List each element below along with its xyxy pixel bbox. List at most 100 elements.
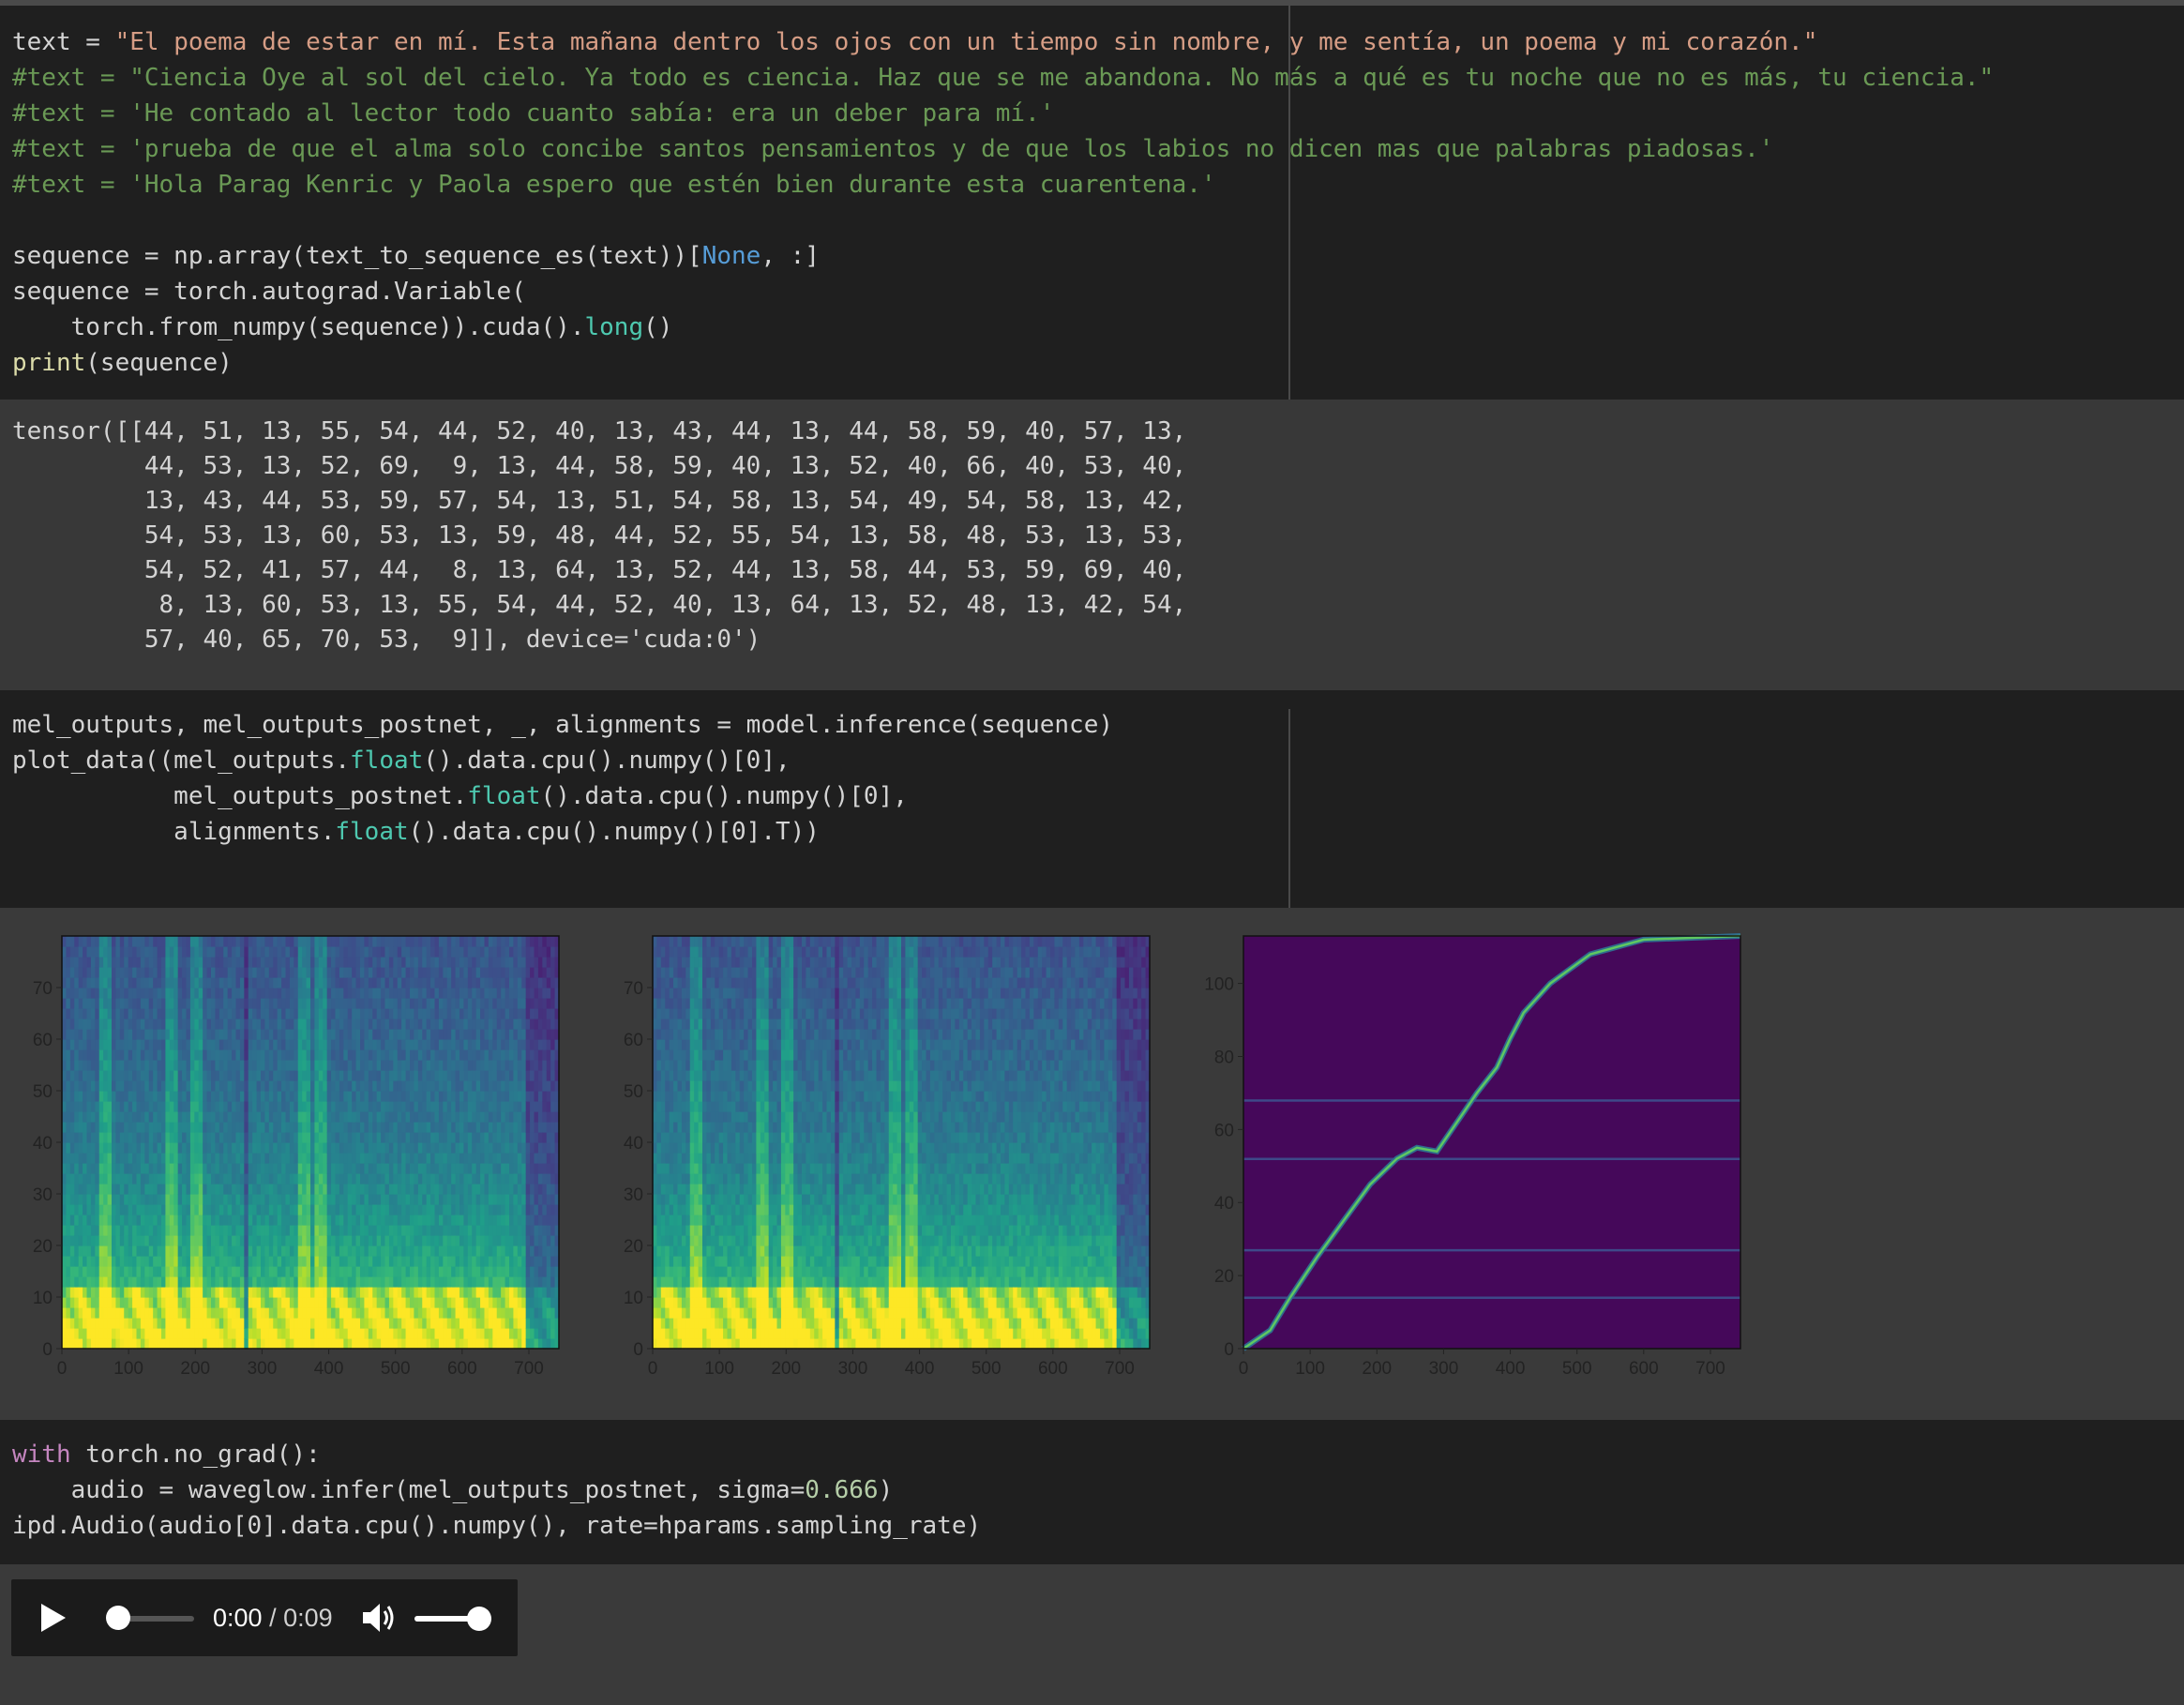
heatmap-cell [446,1204,452,1215]
heatmap-cell [268,957,274,968]
heatmap-cell [78,1266,83,1277]
heatmap-cell [90,957,96,968]
heatmap-cell [525,1080,531,1092]
heatmap-cell [189,1266,195,1277]
heatmap-cell [218,1318,224,1329]
heatmap-cell [335,1184,340,1195]
heatmap-cell [501,1049,506,1061]
heatmap-cell [360,1225,366,1236]
heatmap-cell [339,1194,344,1205]
heatmap-cell [86,946,92,958]
code-editor[interactable]: mel_outputs, mel_outputs_postnet, _, ali… [12,707,1113,850]
heatmap-cell [480,1318,486,1329]
heatmap-cell [355,977,361,988]
heatmap-cell [501,1163,506,1174]
heatmap-cell [542,1091,548,1102]
heatmap-cell [62,936,68,947]
heatmap-cell [368,1091,373,1102]
heatmap-cell [256,988,262,999]
heatmap-cell [653,1194,658,1205]
heatmap-cell [326,1184,332,1195]
heatmap-cell [235,988,241,999]
heatmap-cell [525,977,531,988]
heatmap-cell [521,967,527,978]
heatmap-cell [74,1163,80,1174]
heatmap-cell [115,1018,121,1030]
heatmap-cell [417,1153,423,1164]
heatmap-cell [414,1122,419,1133]
heatmap-cell [206,1225,212,1236]
heatmap-cell [472,1328,477,1339]
heatmap-cell [505,957,510,968]
heatmap-cell [475,1318,481,1329]
heatmap-cell [261,1307,266,1319]
heatmap-cell [417,1318,423,1329]
heatmap-cell [393,1153,399,1164]
heatmap-cell [112,1070,117,1081]
heatmap-cell [78,998,83,1009]
code-cell-text-to-sequence[interactable]: text = "El poema de estar en mí. Esta ma… [0,6,2184,400]
heatmap-cell [656,1215,662,1226]
heatmap-cell [410,946,415,958]
heatmap-cell [368,977,373,988]
heatmap-cell [256,1318,262,1329]
heatmap-cell [128,1122,133,1133]
heatmap-cell [496,1039,502,1050]
heatmap-cell [289,1039,294,1050]
heatmap-cell [132,977,138,988]
code-token: print [12,349,86,377]
heatmap-cell [326,1008,332,1019]
heatmap-cell [281,1080,287,1092]
heatmap-cell [488,1266,493,1277]
heatmap-cell [248,967,253,978]
heatmap-cell [550,1070,556,1081]
heatmap-cell [198,1328,203,1339]
heatmap-cell [186,1184,191,1195]
heatmap-cell [318,1029,324,1040]
heatmap-cell [252,1132,258,1143]
heatmap-cell [393,1184,399,1195]
heatmap-cell [496,1184,502,1195]
heatmap-cell [414,967,419,978]
heatmap-cell [492,1215,498,1226]
heatmap-cell [268,1153,274,1164]
heatmap-cell [306,1122,311,1133]
heatmap-cell [472,1163,477,1174]
code-cell-inference[interactable]: mel_outputs, mel_outputs_postnet, _, ali… [0,690,2184,908]
heatmap-cell [277,1204,282,1215]
heatmap-cell [550,1287,556,1298]
heatmap-cell [326,1204,332,1215]
heatmap-cell [388,1142,394,1154]
heatmap-cell [475,1153,481,1164]
heatmap-cell [98,1153,104,1164]
heatmap-cell [314,1101,320,1112]
heatmap-cell [472,957,477,968]
heatmap-cell [347,1338,353,1350]
heatmap-cell [484,1307,490,1319]
heatmap-cell [310,1318,316,1329]
heatmap-cell [95,1142,100,1154]
heatmap-cell [426,1215,431,1226]
heatmap-cell [211,1204,217,1215]
heatmap-cell [660,1080,666,1092]
heatmap-cell [414,1153,419,1164]
heatmap-cell [69,1225,75,1236]
heatmap-cell [285,1245,291,1257]
code-editor[interactable]: text = "El poema de estar en mí. Esta ma… [12,24,1994,381]
heatmap-cell [289,1297,294,1308]
heatmap-cell [177,998,183,1009]
heatmap-cell [323,1194,328,1205]
heatmap-cell [264,1225,270,1236]
heatmap-cell [78,1184,83,1195]
heatmap-cell [414,1338,419,1350]
heatmap-cell [115,1070,121,1081]
heatmap-cell [235,1328,241,1339]
heatmap-cell [62,1049,68,1061]
heatmap-cell [235,1142,241,1154]
heatmap-cell [95,998,100,1009]
heatmap-cell [360,1060,366,1071]
heatmap-cell [256,1307,262,1319]
heatmap-cell [426,1163,431,1174]
heatmap-cell [297,1338,303,1350]
heatmap-cell [218,1297,224,1308]
